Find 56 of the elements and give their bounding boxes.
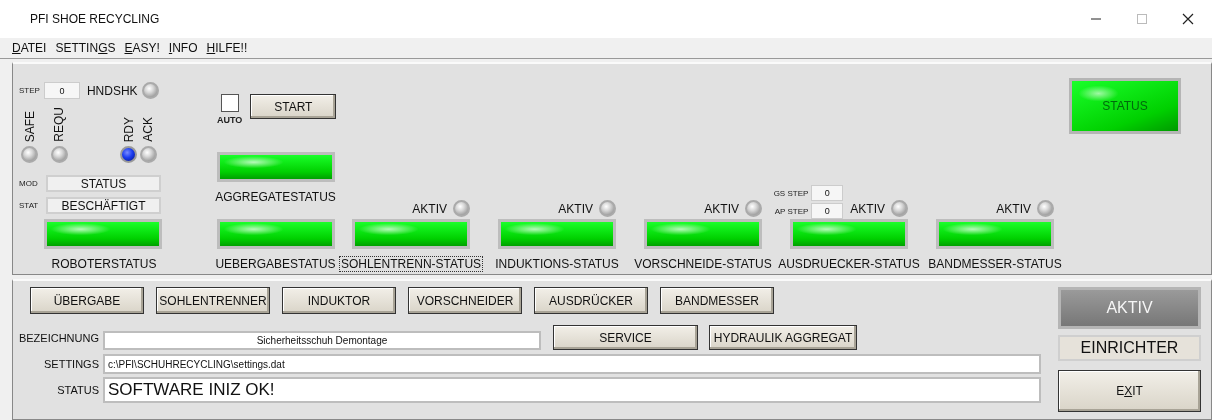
status-label: AUSDRUECKER-STATUS <box>777 256 921 272</box>
auto-checkbox[interactable] <box>220 94 239 112</box>
step-label: GS STEP <box>773 188 809 198</box>
signal-label: RDY <box>121 116 136 142</box>
status-field: SOFTWARE INIZ OK! <box>103 377 1041 403</box>
menu-item[interactable]: HILFE!! <box>206 41 248 55</box>
state-label: STAT <box>19 201 40 210</box>
status-label: ROBOTERSTATUS <box>50 256 158 272</box>
field-label: SETTINGS <box>43 358 99 370</box>
window-title: PFI SHOE RECYCLING <box>30 12 160 26</box>
signal-label: SAFE <box>22 110 37 142</box>
service-button[interactable]: SERVICE <box>553 325 698 350</box>
menu-item[interactable]: INFO <box>168 41 198 55</box>
status-indicator: STATUS <box>1069 78 1181 134</box>
status-label: UEBERGABESTATUS <box>214 256 337 272</box>
field-label: STATUS <box>56 384 99 396</box>
mode-display: EINRICHTER <box>1058 335 1201 361</box>
name-field[interactable]: Sicherheitsschuh Demontage <box>103 331 541 350</box>
handshake-label: HNDSHK <box>86 83 138 98</box>
close-icon[interactable] <box>1182 13 1194 25</box>
exit-button[interactable]: EXIT <box>1058 370 1201 412</box>
status-label: VORSCHNEIDE-STATUS <box>633 256 773 272</box>
station-button[interactable]: INDUKTOR <box>282 287 396 314</box>
start-button[interactable]: START <box>250 94 337 119</box>
active-label: AKTIV <box>850 202 885 216</box>
mode-display: STATUS <box>46 175 161 192</box>
station-button[interactable]: AUSDRÜCKER <box>534 287 648 314</box>
active-label: AKTIV <box>558 202 593 216</box>
menu-item[interactable]: DATEI <box>12 41 47 55</box>
status-label: BANDMESSER-STATUS <box>927 256 1063 272</box>
auto-label: AUTO <box>217 115 243 125</box>
station-button[interactable]: VORSCHNEIDER <box>408 287 522 314</box>
signal-label: ACK <box>141 117 156 142</box>
station-button[interactable]: SOHLENTRENNER <box>156 287 270 314</box>
status-label: INDUKTIONS-STATUS <box>494 256 620 272</box>
status-label: AGGREGATESTATUS <box>214 189 337 205</box>
field-label: BEZEICHNUNG <box>17 331 99 344</box>
station-button[interactable]: ÜBERGABE <box>30 287 144 314</box>
status-label: SOHLENTRENN-STATUS <box>338 256 484 272</box>
step-label: AP STEP <box>774 206 809 216</box>
service-button[interactable]: HYDRAULIK AGGREGAT <box>709 325 857 350</box>
station-button[interactable]: BANDMESSER <box>660 287 774 314</box>
state-display: BESCHÄFTIGT <box>46 197 161 214</box>
settings-field[interactable]: c:\PFI\SCHUHRECYCLING\settings.dat <box>103 354 1041 374</box>
active-label: AKTIV <box>704 202 739 216</box>
step-field: 0 <box>43 82 80 100</box>
mode-label: MOD <box>19 179 39 188</box>
step-label: STEP <box>19 86 40 96</box>
active-label: AKTIV <box>412 202 447 216</box>
step-field: 0 <box>811 185 844 201</box>
active-indicator: AKTIV <box>1058 287 1201 329</box>
active-label: AKTIV <box>996 202 1031 216</box>
menu-item[interactable]: EASY! <box>124 41 160 55</box>
menu-item[interactable]: SETTINGS <box>55 41 116 55</box>
signal-label: REQU <box>52 107 67 142</box>
step-field: 0 <box>811 203 844 219</box>
